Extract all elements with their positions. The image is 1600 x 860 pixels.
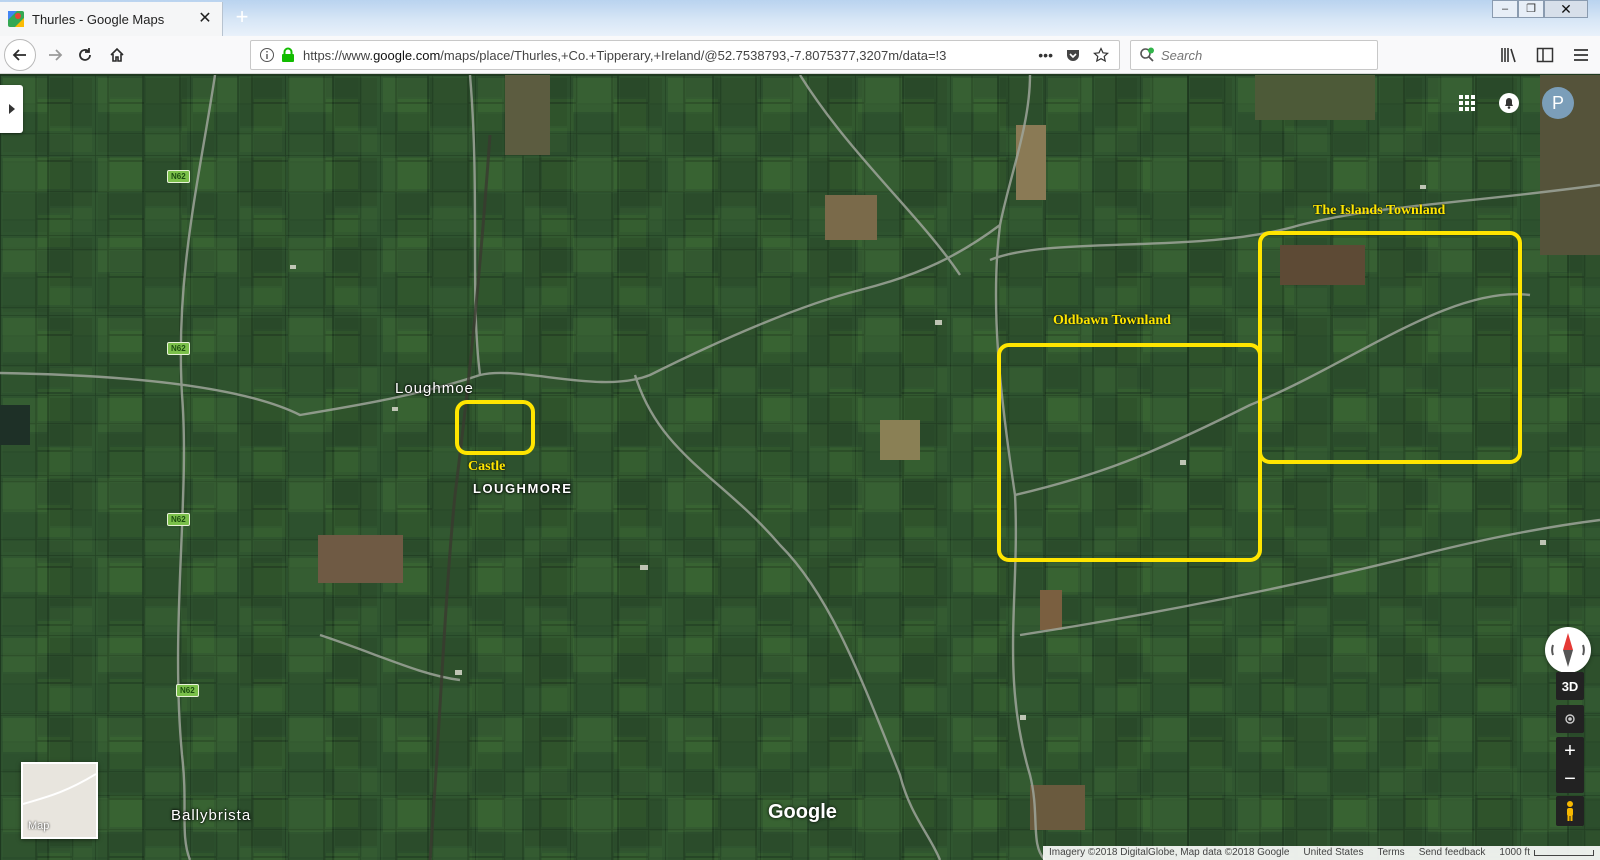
forward-button[interactable] [40,40,70,70]
road-shield: N62 [167,513,190,526]
window-controls: ‒ ❐ ✕ [1492,0,1588,18]
chevron-right-icon [8,104,15,114]
url-domain: google.com [373,47,441,63]
side-panel-toggle[interactable] [0,85,23,133]
google-maps-favicon-icon [8,11,24,27]
zoom-in-button[interactable]: + [1556,737,1584,765]
search-bar[interactable] [1130,40,1378,70]
region-link[interactable]: United States [1303,846,1363,860]
place-label-loughmoe[interactable]: Loughmoe [395,380,474,397]
zoom-controls: + − [1556,737,1584,793]
bookmark-star-icon[interactable] [1093,47,1109,63]
url-path: /maps/place/Thurles,+Co.+Tipperary,+Irel… [440,47,947,63]
back-arrow-icon [12,49,26,61]
hamburger-menu-icon[interactable] [1572,46,1590,64]
forward-arrow-icon [49,49,63,61]
sidebar-icon[interactable] [1536,46,1554,64]
back-button[interactable] [4,39,36,71]
islands-annotation-label: The Islands Townland [1313,203,1446,218]
browser-tab[interactable]: Thurles - Google Maps ✕ [0,2,223,36]
pocket-icon[interactable] [1065,47,1081,63]
restore-button[interactable]: ❐ [1518,0,1544,18]
zoom-out-button[interactable]: − [1556,765,1584,793]
compass-button[interactable] [1545,627,1591,673]
road-shield: N62 [167,170,190,183]
map-type-label: Map [28,820,50,832]
notifications-bell-icon[interactable] [1498,92,1520,114]
minimize-button[interactable]: ‒ [1492,0,1518,18]
toolbar-right [1500,46,1590,64]
window-close-button[interactable]: ✕ [1544,0,1588,18]
pegman-icon [1567,801,1573,821]
reload-button[interactable] [70,40,100,70]
secure-lock-icon[interactable] [281,47,295,63]
satellite-imagery [0,75,1600,860]
google-logo: Google [768,801,837,823]
avatar[interactable]: P [1542,87,1574,119]
islands-highlight-box [1258,231,1522,464]
terms-link[interactable]: Terms [1377,846,1404,860]
url-prefix: https://www. [303,47,374,63]
castle-annotation-label: Castle [468,459,506,474]
map-attribution: Imagery ©2018 DigitalGlobe, Map data ©20… [1042,846,1600,860]
scale-control[interactable]: 1000 ft [1499,846,1594,860]
tab-title: Thurles - Google Maps [32,11,165,27]
url-bar[interactable]: https://www.google.com/maps/place/Thurle… [250,40,1120,70]
tilt-3d-button[interactable]: 3D [1556,672,1584,700]
scale-bar [1534,850,1594,856]
account-controls: P [1458,87,1574,119]
home-icon [110,47,124,62]
close-tab-icon[interactable]: ✕ [196,10,214,28]
place-label-ballybrista[interactable]: Ballybrista [171,807,251,824]
street-view-pegman[interactable] [1556,796,1584,826]
scale-label: 1000 ft [1499,847,1530,858]
map-type-switcher[interactable]: Map [21,762,98,839]
tab-strip: Thurles - Google Maps ✕ + ‒ ❐ ✕ [0,0,1600,36]
my-location-button[interactable] [1556,705,1584,733]
my-location-icon [1565,714,1575,724]
library-icon[interactable] [1500,46,1518,64]
road-shield: N62 [167,342,190,355]
oldbawn-highlight-box [997,343,1262,562]
satellite-map[interactable]: P N62 N62 N62 N62 Loughmoe LOUGHMORE Bal… [0,75,1600,860]
search-input[interactable] [1161,47,1361,63]
castle-highlight-box [455,400,535,455]
imagery-credit: Imagery ©2018 DigitalGlobe, Map data ©20… [1048,847,1290,858]
url-text[interactable]: https://www.google.com/maps/place/Thurle… [303,48,1028,63]
page-actions-menu-icon[interactable]: ••• [1038,47,1053,63]
new-tab-button[interactable]: + [232,6,252,28]
reload-icon [79,48,91,61]
navigation-toolbar: https://www.google.com/maps/place/Thurle… [0,36,1600,74]
apps-grid-icon[interactable] [1458,94,1476,112]
info-icon[interactable] [259,47,275,63]
place-label-loughmore[interactable]: LOUGHMORE [473,481,572,496]
home-button[interactable] [102,40,132,70]
send-feedback-link[interactable]: Send feedback [1419,846,1486,860]
search-engine-icon [1140,47,1154,62]
compass-icon [1551,633,1585,667]
road-shield: N62 [176,684,199,697]
oldbawn-annotation-label: Oldbawn Townland [1053,313,1171,328]
